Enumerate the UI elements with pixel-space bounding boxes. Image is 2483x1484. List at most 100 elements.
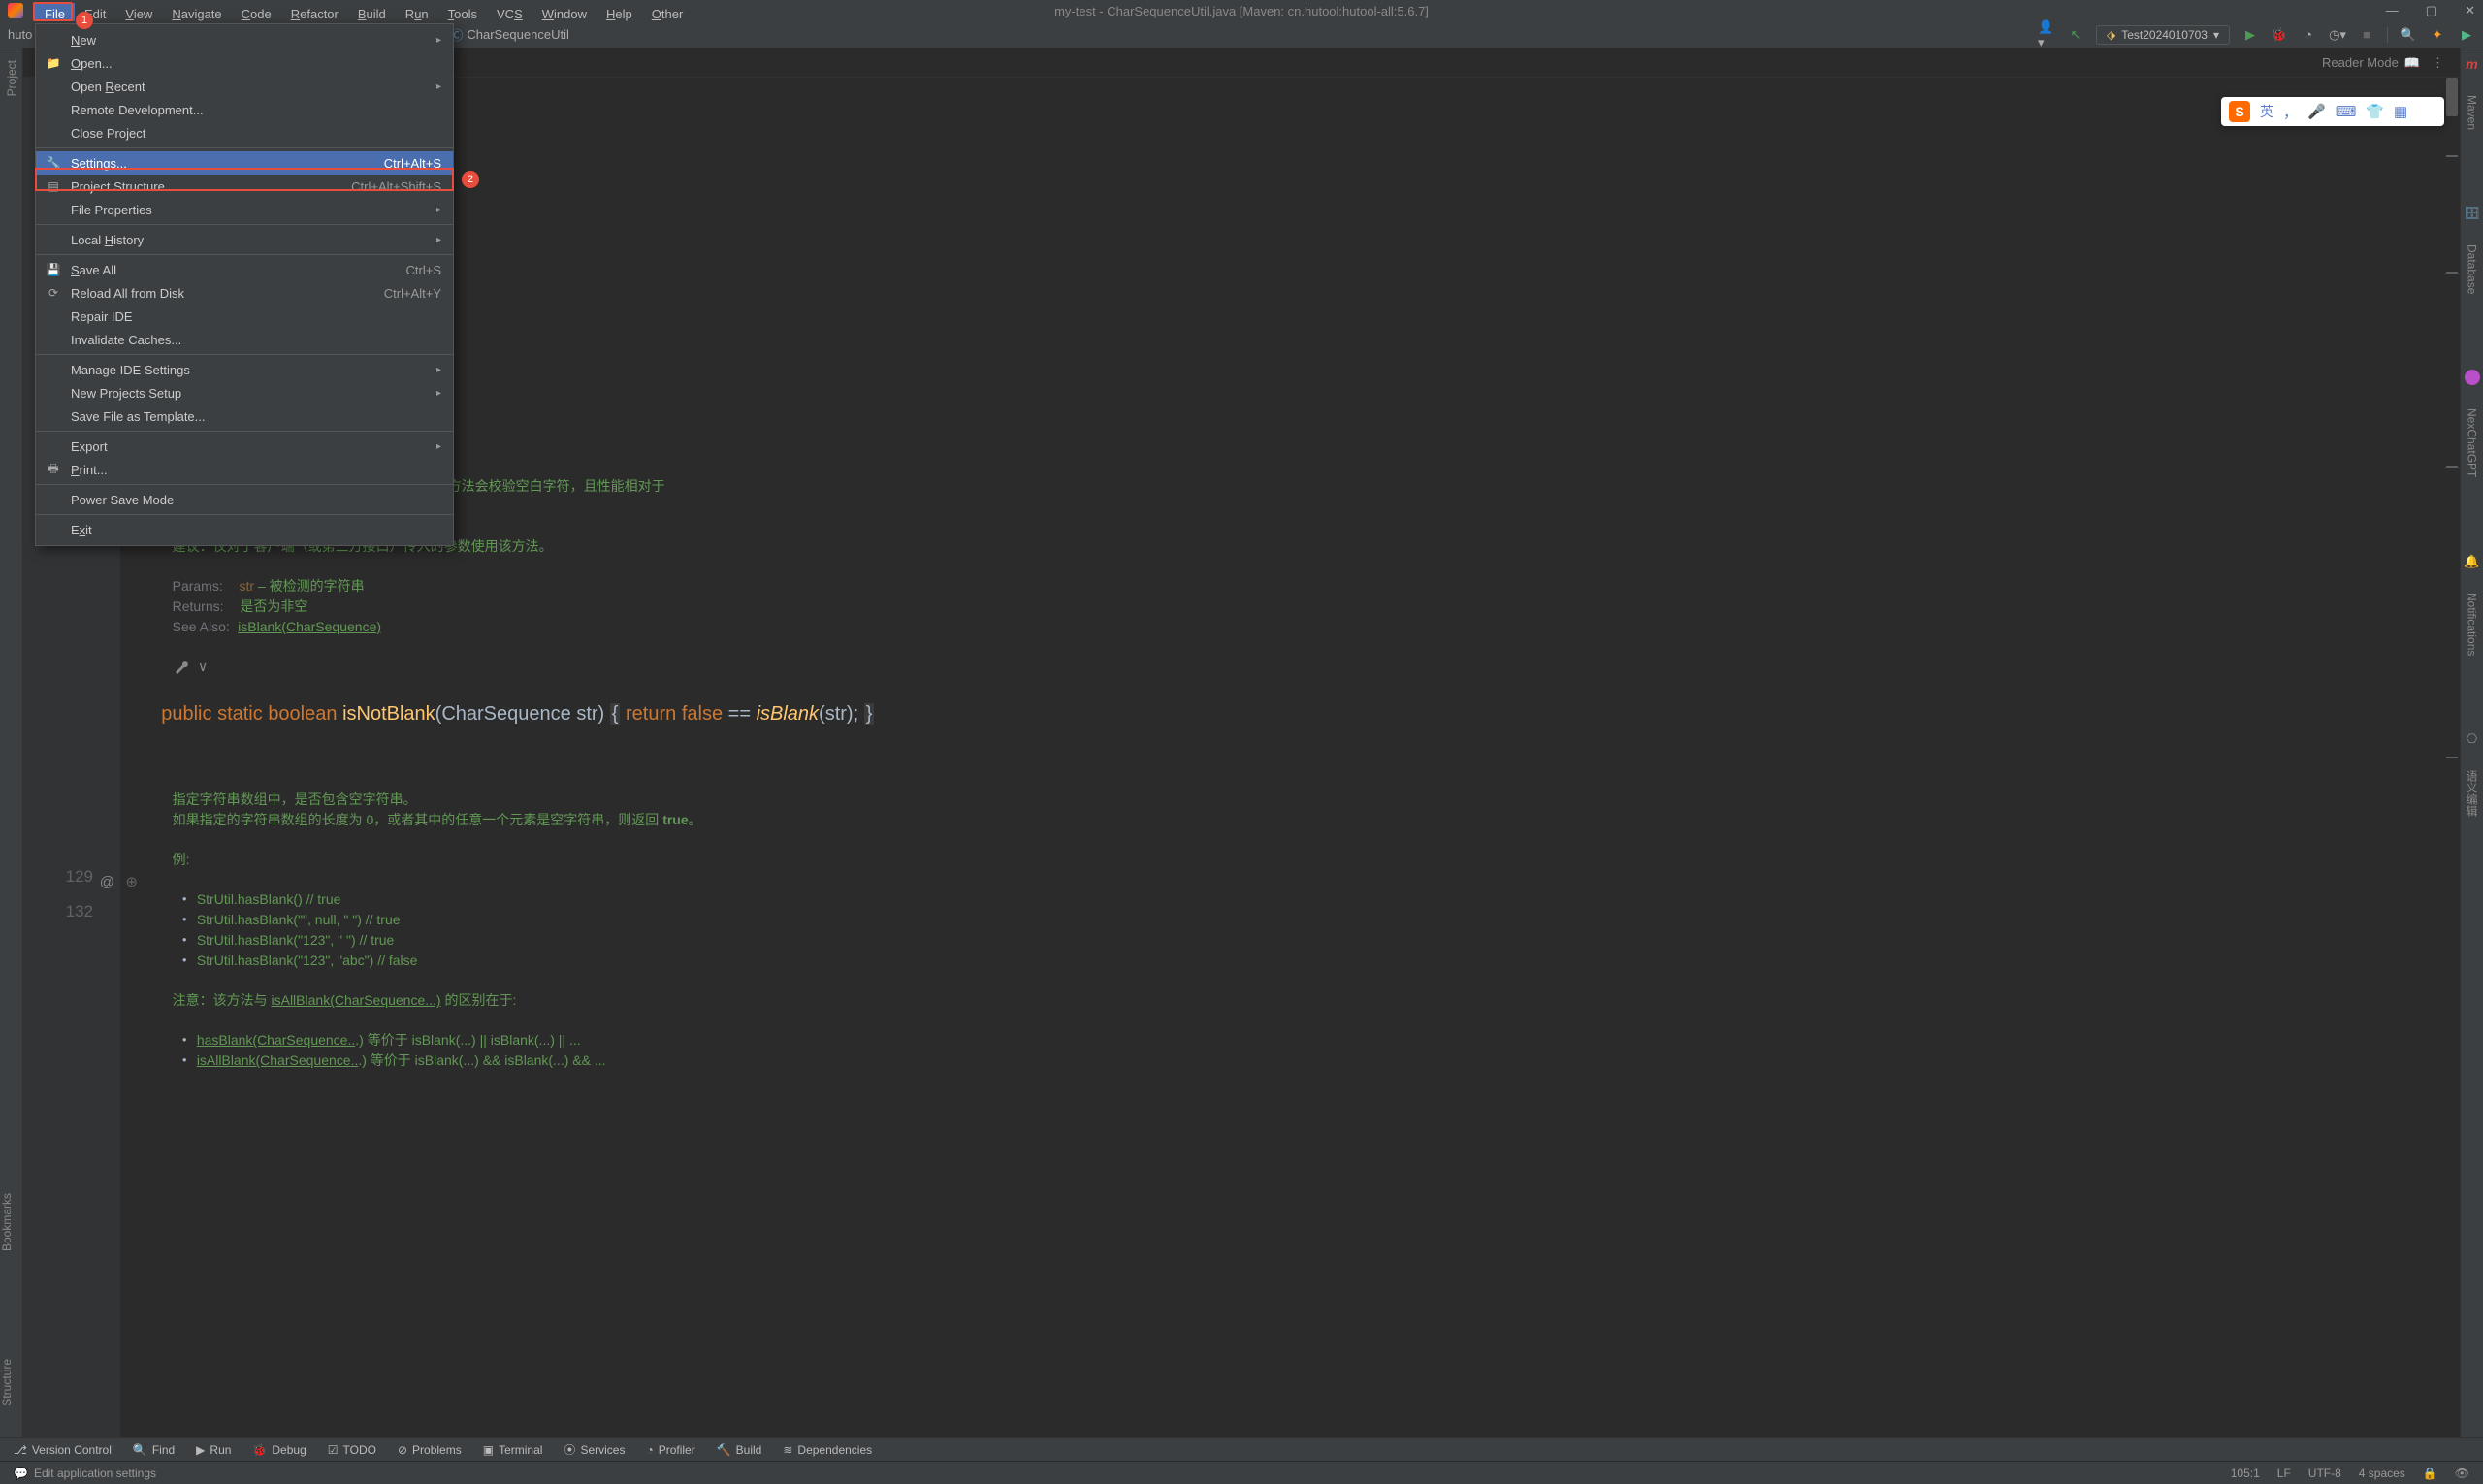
menu-export[interactable]: Export▸ xyxy=(36,435,453,458)
menu-exit[interactable]: Exit xyxy=(36,518,453,541)
menu-new[interactable]: New▸ xyxy=(36,28,453,51)
close-icon[interactable]: ✕ xyxy=(2465,3,2475,18)
doc-wrench-icon[interactable] xyxy=(173,658,190,677)
bell-icon[interactable]: 🔔 xyxy=(2464,554,2479,569)
rail-semantic[interactable]: 语义编辑 xyxy=(2464,770,2480,817)
menu-print[interactable]: 🖶Print... xyxy=(36,458,453,481)
tw-build[interactable]: 🔨Build xyxy=(717,1443,762,1457)
database-icon[interactable]: 🗄 xyxy=(2464,206,2480,221)
status-bar: 💬 Edit application settings 105:1 LF UTF… xyxy=(0,1461,2483,1484)
minimize-icon[interactable]: — xyxy=(2386,3,2399,18)
menu-save-as-template[interactable]: Save File as Template... xyxy=(36,404,453,428)
tw-run[interactable]: ▶Run xyxy=(196,1443,231,1457)
search-icon[interactable]: 🔍 xyxy=(2400,26,2417,44)
at-icon: @ xyxy=(100,869,114,896)
menu-remote-dev[interactable]: Remote Development... xyxy=(36,98,453,121)
rail-notifications[interactable]: Notifications xyxy=(2466,593,2479,656)
profile-icon[interactable]: ◷▾ xyxy=(2329,26,2346,44)
menu-new-projects-setup[interactable]: New Projects Setup▸ xyxy=(36,381,453,404)
tw-todo[interactable]: ☑TODO xyxy=(328,1443,376,1457)
todo-icon: ☑ xyxy=(328,1443,339,1457)
reader-mode-toggle[interactable]: Reader Mode 📖 xyxy=(2322,55,2420,71)
run-config-selector[interactable]: ⬗ Test2024010703 ▾ xyxy=(2096,25,2230,45)
tw-profiler[interactable]: ◔Profiler xyxy=(646,1443,694,1457)
window-controls: — ▢ ✕ xyxy=(2386,3,2475,18)
test-icon: ⬗ xyxy=(2107,28,2115,42)
status-eye-icon[interactable]: 👁 xyxy=(2455,1467,2469,1480)
run-icon[interactable]: ▶ xyxy=(2241,26,2259,44)
tw-dependencies[interactable]: ≋Dependencies xyxy=(783,1443,872,1457)
rail-maven[interactable]: Maven xyxy=(2466,95,2479,130)
debug-icon[interactable]: 🐞 xyxy=(2271,26,2288,44)
skin-icon[interactable]: 👕 xyxy=(2366,103,2384,120)
maven-icon[interactable]: m xyxy=(2466,56,2477,72)
mic-icon[interactable]: 🎤 xyxy=(2307,103,2326,120)
more-icon[interactable]: ⋮ xyxy=(2432,55,2444,71)
bug-icon-tw: 🐞 xyxy=(252,1443,267,1457)
scrollbar[interactable] xyxy=(2446,78,2458,1437)
folder-icon: 📁 xyxy=(46,55,61,71)
tool-window-bar: ⎇Version Control 🔍Find ▶Run 🐞Debug ☑TODO… xyxy=(0,1437,2483,1461)
menu-local-history[interactable]: Local History▸ xyxy=(36,228,453,251)
tw-debug[interactable]: 🐞Debug xyxy=(252,1443,306,1457)
lock-icon[interactable]: 🔒 xyxy=(2423,1467,2437,1480)
menu-invalidate-caches[interactable]: Invalidate Caches... xyxy=(36,328,453,351)
menu-save-all[interactable]: 💾Save AllCtrl+S xyxy=(36,258,453,281)
print-icon: 🖶 xyxy=(46,462,61,477)
tw-find[interactable]: 🔍Find xyxy=(133,1443,175,1457)
sogou-icon: S xyxy=(2229,101,2250,122)
rail-project[interactable]: Project xyxy=(5,60,18,96)
rail-bookmarks[interactable]: Bookmarks xyxy=(0,1193,14,1251)
menu-file-properties[interactable]: File Properties▸ xyxy=(36,198,453,221)
semantic-icon[interactable]: ⎔ xyxy=(2467,731,2477,747)
menu-manage-ide-settings[interactable]: Manage IDE Settings▸ xyxy=(36,358,453,381)
menu-reload-disk[interactable]: ⟳Reload All from DiskCtrl+Alt+Y xyxy=(36,281,453,305)
menu-open-recent[interactable]: Open Recent▸ xyxy=(36,75,453,98)
rail-database[interactable]: Database xyxy=(2466,244,2479,294)
rail-nexchat[interactable]: NexChatGPT xyxy=(2466,408,2479,477)
status-indent[interactable]: 4 spaces xyxy=(2359,1467,2405,1480)
status-message: Edit application settings xyxy=(34,1467,156,1480)
ime-lang[interactable]: 英 xyxy=(2260,102,2273,121)
hammer-icon[interactable]: ↖ xyxy=(2067,26,2084,44)
menu-close-project[interactable]: Close Project xyxy=(36,121,453,145)
tw-services[interactable]: ⦿Services xyxy=(564,1441,625,1458)
plugin-icon[interactable]: ▶ xyxy=(2458,26,2475,44)
breadcrumb-class[interactable]: CharSequenceUtil xyxy=(467,27,569,42)
status-line-sep[interactable]: LF xyxy=(2277,1467,2291,1480)
structure-icon: ▤ xyxy=(46,178,61,194)
code-area[interactable]: true; 非空白的定义如下: "" 空格、制表符、换行符，等不可见字符 • l… xyxy=(120,78,2444,1422)
maximize-icon[interactable]: ▢ xyxy=(2426,3,2437,18)
scroll-thumb[interactable] xyxy=(2446,78,2458,116)
deps-icon: ≋ xyxy=(783,1443,792,1457)
stop-icon[interactable]: ■ xyxy=(2358,26,2375,44)
problems-icon: ⊘ xyxy=(398,1443,407,1457)
keyboard-icon[interactable]: ⌨ xyxy=(2336,103,2357,120)
left-tool-rail: Project Bookmarks Structure xyxy=(0,48,23,1457)
ime-toolbar[interactable]: S 英 ， 🎤 ⌨ 👕 ▦ xyxy=(2221,97,2444,126)
tw-problems[interactable]: ⊘Problems xyxy=(398,1443,462,1457)
vcs-icon: ⎇ xyxy=(14,1443,27,1457)
breadcrumb-root[interactable]: huto xyxy=(8,27,32,42)
menu-settings[interactable]: 🔧Settings...Ctrl+Alt+S xyxy=(36,151,453,175)
status-encoding[interactable]: UTF-8 xyxy=(2308,1467,2341,1480)
menu-power-save[interactable]: Power Save Mode xyxy=(36,488,453,511)
gutter-129: 129@⊕ xyxy=(23,863,93,898)
reload-icon: ⟳ xyxy=(46,285,61,301)
status-message-icon: 💬 xyxy=(14,1467,28,1480)
ai-icon[interactable]: ✦ xyxy=(2429,26,2446,44)
menu-repair-ide[interactable]: Repair IDE xyxy=(36,305,453,328)
menu-project-structure[interactable]: ▤Project Structure...Ctrl+Alt+Shift+S xyxy=(36,175,453,198)
app-icon xyxy=(8,3,23,18)
status-position[interactable]: 105:1 xyxy=(2231,1467,2260,1480)
nexchat-icon[interactable] xyxy=(2465,370,2480,385)
tw-version-control[interactable]: ⎇Version Control xyxy=(14,1443,112,1457)
reader-mode-icon: 📖 xyxy=(2404,55,2420,71)
coverage-icon[interactable]: ◔ xyxy=(2300,26,2317,44)
menu-open[interactable]: 📁Open... xyxy=(36,51,453,75)
toolbox-icon[interactable]: ▦ xyxy=(2394,103,2407,120)
user-icon[interactable]: 👤▾ xyxy=(2038,26,2055,44)
rail-structure[interactable]: Structure xyxy=(0,1359,14,1406)
tw-terminal[interactable]: ▣Terminal xyxy=(483,1443,543,1457)
ime-comma[interactable]: ， xyxy=(2283,102,2298,122)
